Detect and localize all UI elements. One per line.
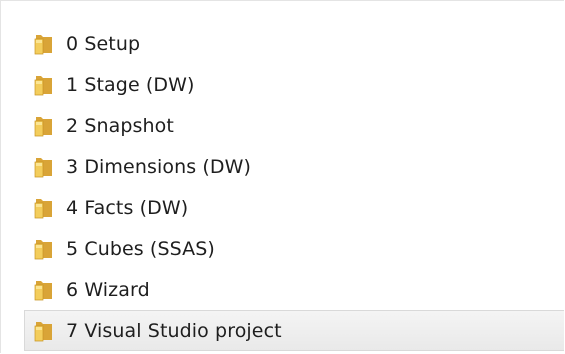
folder-item-0-setup[interactable]: 0 Setup — [24, 23, 564, 64]
folder-item-2-snapshot[interactable]: 2 Snapshot — [24, 105, 564, 146]
folder-list: 0 Setup 1 Stage (DW) 2 Snapshot 3 Dimens… — [24, 23, 564, 351]
folder-item-6-wizard[interactable]: 6 Wizard — [24, 269, 564, 310]
folder-icon — [33, 320, 55, 342]
folder-label: 5 Cubes (SSAS) — [66, 237, 215, 260]
folder-item-3-dimensions[interactable]: 3 Dimensions (DW) — [24, 146, 564, 187]
folder-label: 0 Setup — [66, 32, 141, 55]
folder-icon — [33, 238, 55, 260]
folder-label: 2 Snapshot — [66, 114, 174, 137]
folder-icon — [33, 197, 55, 219]
file-list-pane: 0 Setup 1 Stage (DW) 2 Snapshot 3 Dimens… — [0, 0, 564, 353]
folder-item-1-stage[interactable]: 1 Stage (DW) — [24, 64, 564, 105]
folder-label: 7 Visual Studio project — [66, 319, 282, 342]
folder-icon — [33, 156, 55, 178]
folder-item-5-cubes[interactable]: 5 Cubes (SSAS) — [24, 228, 564, 269]
folder-label: 4 Facts (DW) — [66, 196, 189, 219]
folder-item-7-visual-studio-project[interactable]: 7 Visual Studio project — [24, 310, 564, 351]
folder-icon — [33, 115, 55, 137]
folder-icon — [33, 33, 55, 55]
folder-icon — [33, 279, 55, 301]
folder-item-4-facts[interactable]: 4 Facts (DW) — [24, 187, 564, 228]
folder-icon — [33, 74, 55, 96]
folder-label: 6 Wizard — [66, 278, 150, 301]
folder-label: 1 Stage (DW) — [66, 73, 195, 96]
folder-label: 3 Dimensions (DW) — [66, 155, 252, 178]
